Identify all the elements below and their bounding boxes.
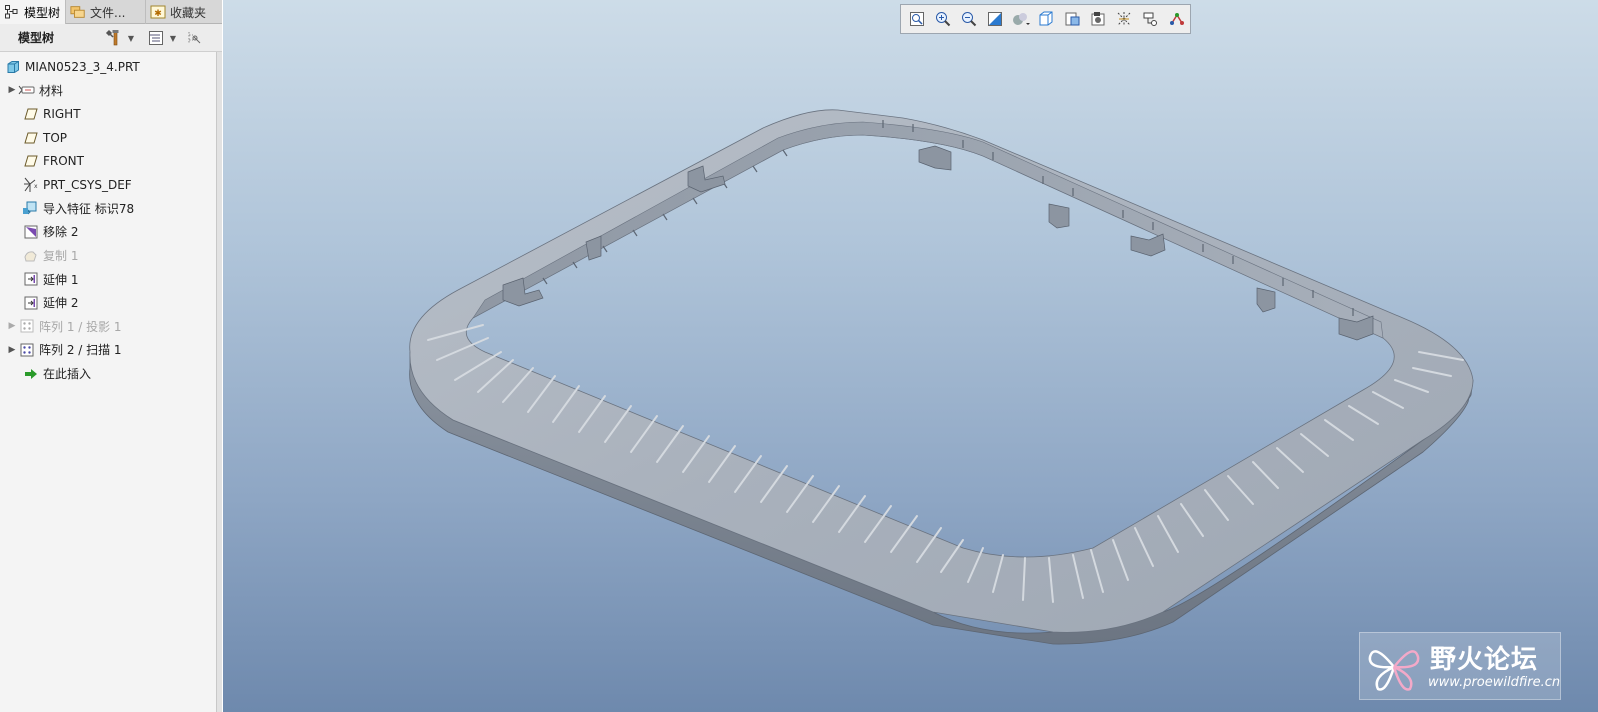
show-options-icon[interactable] bbox=[146, 28, 166, 48]
spin-center-icon[interactable] bbox=[1164, 7, 1189, 31]
svg-text:✱: ✱ bbox=[154, 9, 162, 19]
svg-text:x: x bbox=[34, 183, 38, 190]
material-icon bbox=[18, 82, 36, 98]
datum-plane-icon bbox=[22, 106, 40, 122]
tree-item-label: 阵列 1 / 投影 1 bbox=[39, 319, 122, 334]
forum-watermark: 野火论坛 www.proewildfire.cn bbox=[1359, 632, 1561, 700]
tree-root-part[interactable]: MIAN0523_3_4.PRT bbox=[0, 55, 218, 79]
tree-item-label: FRONT bbox=[43, 154, 84, 169]
tree-item-label: RIGHT bbox=[43, 106, 81, 121]
tab-folder-browser[interactable]: 文件... bbox=[66, 0, 146, 24]
tree-item-extend-2[interactable]: 延伸 2 bbox=[0, 291, 218, 315]
tab-favorites[interactable]: ✱ 收藏夹 bbox=[146, 0, 222, 24]
extend-icon bbox=[22, 295, 40, 311]
annotation-display-icon[interactable] bbox=[1138, 7, 1163, 31]
tree-item-material[interactable]: ▶ 材料 bbox=[0, 79, 218, 103]
refit-icon[interactable] bbox=[904, 7, 929, 31]
tree-item-label: 阵列 2 / 扫描 1 bbox=[39, 343, 122, 358]
import-feature-icon bbox=[22, 200, 40, 216]
tree-item-csys[interactable]: x PRT_CSYS_DEF bbox=[0, 173, 218, 197]
tree-item-copy[interactable]: 复制 1 bbox=[0, 244, 218, 268]
tree-item-label: 在此插入 bbox=[43, 367, 92, 382]
saved-orientations-icon[interactable] bbox=[1034, 7, 1059, 31]
tab-model-tree[interactable]: 模型树 bbox=[0, 0, 66, 24]
view-manager-icon[interactable] bbox=[1060, 7, 1085, 31]
tree-item-label: 材料 bbox=[39, 83, 64, 98]
expand-arrow-icon[interactable]: ▶ bbox=[6, 85, 18, 95]
named-views-icon[interactable] bbox=[1086, 7, 1111, 31]
tree-item-right[interactable]: RIGHT bbox=[0, 102, 218, 126]
graphics-viewport[interactable]: 野火论坛 www.proewildfire.cn bbox=[223, 0, 1598, 712]
zoom-in-icon[interactable] bbox=[930, 7, 955, 31]
tree-item-label: 延伸 2 bbox=[43, 296, 79, 311]
tree-item-label: 移除 2 bbox=[43, 225, 79, 240]
tree-item-label: TOP bbox=[43, 130, 68, 145]
copy-icon bbox=[22, 248, 40, 264]
show-dropdown-icon[interactable]: ▼ bbox=[168, 34, 178, 43]
tree-filter-icon[interactable] bbox=[184, 28, 204, 48]
model-tree-panel: 模型树 文件... ✱ 收藏夹 模型树 ▼ ▼ MIAN0523_3_4.PRT… bbox=[0, 0, 222, 712]
tree-item-remove[interactable]: 移除 2 bbox=[0, 220, 218, 244]
tree-item-label: 导入特征 标识78 bbox=[43, 201, 135, 216]
tree-item-insert-here[interactable]: 在此插入 bbox=[0, 362, 218, 386]
butterfly-logo-icon bbox=[1368, 650, 1420, 691]
model-tree-header: 模型树 ▼ ▼ bbox=[0, 24, 222, 52]
expand-arrow-icon[interactable]: ▶ bbox=[6, 321, 18, 331]
pattern-icon bbox=[18, 342, 36, 358]
zoom-out-icon[interactable] bbox=[956, 7, 981, 31]
panel-resize-handle[interactable] bbox=[216, 52, 222, 712]
tree-item-top[interactable]: TOP bbox=[0, 126, 218, 150]
tab-label: 文件... bbox=[90, 5, 126, 20]
watermark-title: 野火论坛 bbox=[1430, 645, 1539, 675]
pattern-icon bbox=[18, 318, 36, 334]
tree-item-label: MIAN0523_3_4.PRT bbox=[25, 59, 140, 74]
view-toolbar bbox=[900, 4, 1191, 34]
settings-icon[interactable] bbox=[104, 28, 124, 48]
display-style-icon[interactable] bbox=[1008, 7, 1033, 31]
navigator-tab-bar: 模型树 文件... ✱ 收藏夹 bbox=[0, 0, 222, 24]
tree-icon bbox=[4, 4, 20, 20]
tree-item-pattern-1[interactable]: ▶ 阵列 1 / 投影 1 bbox=[0, 315, 218, 339]
insert-here-icon bbox=[22, 366, 40, 382]
tree-item-extend-1[interactable]: 延伸 1 bbox=[0, 267, 218, 291]
datum-plane-icon bbox=[22, 153, 40, 169]
tree-item-label: 复制 1 bbox=[43, 249, 79, 264]
part-icon bbox=[4, 59, 22, 75]
part-model-render bbox=[409, 109, 1474, 645]
tree-item-import-feature[interactable]: 导入特征 标识78 bbox=[0, 197, 218, 221]
extend-icon bbox=[22, 271, 40, 287]
csys-icon: x bbox=[22, 177, 40, 193]
tree-item-label: PRT_CSYS_DEF bbox=[43, 177, 132, 192]
model-tree: MIAN0523_3_4.PRT ▶ 材料 RIGHT TOP FRONT x … bbox=[0, 55, 218, 385]
tree-item-label: 延伸 1 bbox=[43, 272, 79, 287]
tree-item-pattern-2[interactable]: ▶ 阵列 2 / 扫描 1 bbox=[0, 338, 218, 362]
tree-item-front[interactable]: FRONT bbox=[0, 149, 218, 173]
tab-label: 收藏夹 bbox=[170, 5, 207, 20]
tab-label: 模型树 bbox=[24, 5, 61, 20]
model-tree-title: 模型树 bbox=[18, 31, 55, 45]
remove-icon bbox=[22, 224, 40, 240]
settings-dropdown-icon[interactable]: ▼ bbox=[126, 34, 136, 43]
folders-icon bbox=[70, 4, 86, 20]
repaint-icon[interactable] bbox=[982, 7, 1007, 31]
expand-arrow-icon[interactable]: ▶ bbox=[6, 345, 18, 355]
star-icon: ✱ bbox=[150, 4, 166, 20]
datum-display-icon[interactable] bbox=[1112, 7, 1137, 31]
datum-plane-icon bbox=[22, 130, 40, 146]
watermark-url: www.proewildfire.cn bbox=[1428, 675, 1561, 690]
